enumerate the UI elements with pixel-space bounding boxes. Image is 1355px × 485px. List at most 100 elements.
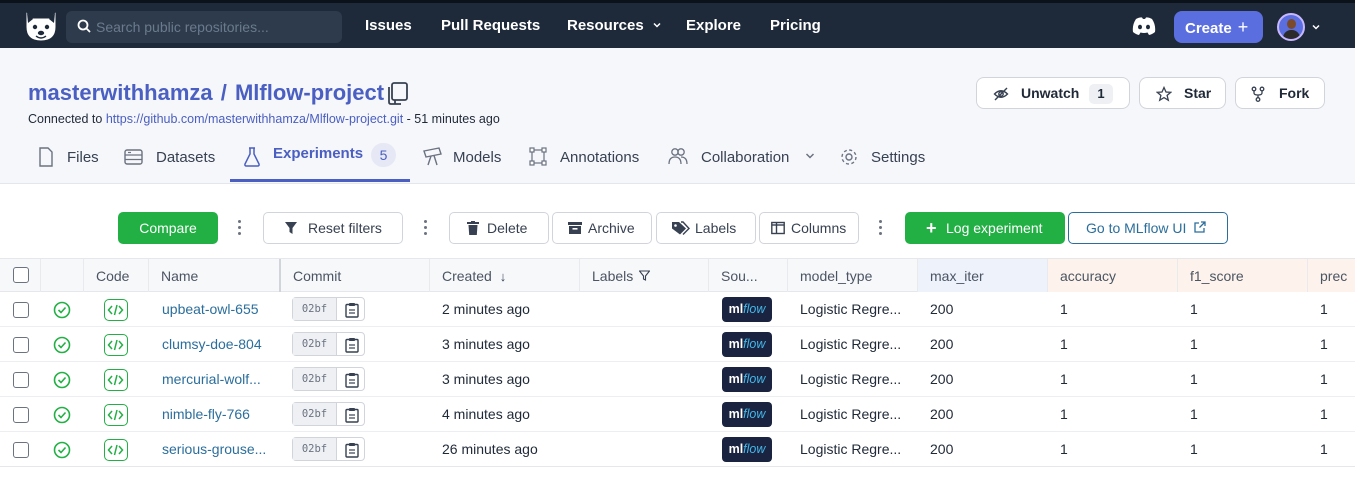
- dog-logo-icon[interactable]: [22, 9, 60, 43]
- select-all-checkbox[interactable]: [13, 267, 29, 283]
- connected-prefix: Connected to: [28, 112, 103, 126]
- tab-models[interactable]: Models: [422, 145, 508, 182]
- log-experiment-button[interactable]: + Log experiment: [905, 212, 1065, 244]
- table-row[interactable]: serious-grouse... 02bf 26 minutes ago ml…: [0, 432, 1355, 467]
- row-checkbox[interactable]: [13, 407, 29, 423]
- commit-chip[interactable]: 02bf: [292, 437, 365, 461]
- repo-owner-link[interactable]: masterwithhamza: [28, 80, 213, 105]
- column-header-created[interactable]: Created ↓: [429, 259, 579, 292]
- tag-icon: [672, 221, 690, 235]
- nav-resources-dropdown[interactable]: Resources: [567, 17, 662, 34]
- nav-explore-link[interactable]: Explore: [686, 17, 741, 34]
- code-icon[interactable]: [104, 369, 128, 391]
- mlflow-badge-flow: flow: [743, 337, 766, 351]
- search-box[interactable]: [66, 11, 342, 43]
- reset-filters-button[interactable]: Reset filters: [263, 212, 403, 244]
- avatar[interactable]: [1277, 13, 1305, 41]
- column-header-code[interactable]: Code: [83, 259, 148, 292]
- run-name-link[interactable]: clumsy-doe-804: [162, 327, 272, 361]
- column-header-f1-score[interactable]: f1_score: [1177, 259, 1307, 292]
- unwatch-button[interactable]: Unwatch 1: [976, 77, 1130, 109]
- more-options-icon[interactable]: [424, 220, 428, 238]
- code-icon[interactable]: [104, 299, 128, 321]
- column-header-accuracy[interactable]: accuracy: [1047, 259, 1177, 292]
- run-name-link[interactable]: upbeat-owl-655: [162, 292, 272, 326]
- chevron-down-icon[interactable]: [1311, 19, 1321, 35]
- connected-time: - 51 minutes ago: [406, 112, 500, 126]
- unwatch-count: 1: [1089, 84, 1113, 104]
- tab-experiments[interactable]: Experiments 5: [243, 143, 403, 182]
- star-button[interactable]: Star: [1139, 77, 1226, 109]
- run-name-link[interactable]: mercurial-wolf...: [162, 362, 272, 396]
- connected-url-link[interactable]: https://github.com/masterwithhamza/Mlflo…: [106, 112, 403, 126]
- row-checkbox[interactable]: [13, 372, 29, 388]
- accuracy-value: 1: [1060, 371, 1068, 387]
- delete-label: Delete: [487, 220, 528, 236]
- mlflow-badge-ml: ml: [728, 442, 744, 456]
- columns-button[interactable]: Columns: [759, 212, 859, 244]
- column-header-commit[interactable]: Commit: [279, 259, 429, 292]
- precision-value: 1: [1320, 336, 1328, 352]
- table-row[interactable]: upbeat-owl-655 02bf 2 minutes ago mlflow…: [0, 292, 1355, 327]
- fork-button[interactable]: Fork: [1235, 77, 1325, 109]
- go-to-mlflow-ui-button[interactable]: Go to MLflow UI: [1068, 212, 1228, 244]
- f1-score-value: 1: [1190, 371, 1198, 387]
- compare-button[interactable]: Compare: [118, 212, 218, 244]
- row-checkbox[interactable]: [13, 337, 29, 353]
- created-time: 2 minutes ago: [442, 301, 530, 317]
- code-icon[interactable]: [104, 404, 128, 426]
- tab-datasets[interactable]: Datasets: [124, 145, 220, 182]
- model-type-value: Logistic Regre...: [800, 371, 902, 387]
- commit-chip[interactable]: 02bf: [292, 332, 365, 356]
- table-row[interactable]: nimble-fly-766 02bf 4 minutes ago mlflow…: [0, 397, 1355, 432]
- nav-issues-link[interactable]: Issues: [365, 17, 412, 34]
- nav-pricing-link[interactable]: Pricing: [770, 17, 821, 34]
- commit-chip[interactable]: 02bf: [292, 297, 365, 321]
- tab-collaboration-label: Collaboration: [701, 149, 790, 166]
- mlflow-badge-ml: ml: [728, 407, 744, 421]
- search-input[interactable]: [96, 11, 336, 43]
- tab-files[interactable]: Files: [38, 145, 104, 182]
- column-header-model-type[interactable]: model_type: [787, 259, 917, 292]
- model-type-value: Logistic Regre...: [800, 301, 902, 317]
- nav-pull-requests-link[interactable]: Pull Requests: [441, 17, 540, 34]
- columns-label: Columns: [791, 220, 847, 236]
- clipboard-icon: [345, 443, 359, 458]
- run-name-link[interactable]: nimble-fly-766: [162, 397, 272, 431]
- tab-experiments-label: Experiments: [273, 145, 364, 162]
- column-header-max-iter[interactable]: max_iter: [917, 259, 1047, 292]
- labels-button[interactable]: Labels: [656, 212, 756, 244]
- accuracy-value: 1: [1060, 441, 1068, 457]
- column-header-source[interactable]: Sou...: [708, 259, 787, 292]
- tab-annotations[interactable]: Annotations: [529, 145, 649, 182]
- clipboard-icon: [345, 303, 359, 318]
- table-row[interactable]: mercurial-wolf... 02bf 3 minutes ago mlf…: [0, 362, 1355, 397]
- create-button[interactable]: Create +: [1174, 11, 1263, 43]
- code-icon[interactable]: [104, 439, 128, 461]
- more-options-icon[interactable]: [879, 220, 883, 238]
- arrow-down-icon: ↓: [499, 269, 507, 284]
- delete-button[interactable]: Delete: [449, 212, 549, 244]
- check-circle-icon: [53, 336, 71, 357]
- external-link-icon: [1194, 221, 1206, 233]
- row-checkbox[interactable]: [13, 302, 29, 318]
- copy-repo-icon[interactable]: [384, 80, 410, 109]
- run-name-link[interactable]: serious-grouse...: [162, 432, 272, 466]
- commit-chip[interactable]: 02bf: [292, 402, 365, 426]
- discord-icon[interactable]: [1131, 16, 1157, 39]
- column-header-labels[interactable]: Labels: [579, 259, 708, 292]
- tab-collaboration[interactable]: Collaboration: [668, 145, 818, 182]
- commit-chip[interactable]: 02bf: [292, 367, 365, 391]
- column-header-name[interactable]: Name: [148, 259, 278, 292]
- table-row[interactable]: clumsy-doe-804 02bf 3 minutes ago mlflow…: [0, 327, 1355, 362]
- row-checkbox[interactable]: [13, 442, 29, 458]
- tab-settings[interactable]: Settings: [840, 145, 932, 182]
- mlflow-badge-ml: ml: [728, 337, 744, 351]
- archive-button[interactable]: Archive: [552, 212, 652, 244]
- more-options-icon[interactable]: [238, 220, 242, 238]
- table-header-row: Code Name Commit Created ↓ Labels Sou...…: [0, 258, 1355, 292]
- column-header-precision[interactable]: prec: [1307, 259, 1355, 292]
- f1-score-value: 1: [1190, 301, 1198, 317]
- repo-name-link[interactable]: Mlflow-project: [235, 80, 384, 105]
- code-icon[interactable]: [104, 334, 128, 356]
